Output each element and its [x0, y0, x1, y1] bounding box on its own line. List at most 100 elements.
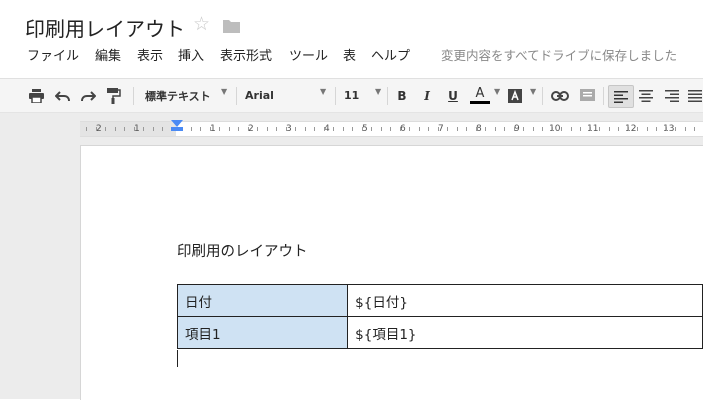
ruler-tick [418, 127, 420, 131]
style-select[interactable]: 標準テキスト [145, 85, 215, 106]
ruler-tick [162, 127, 163, 131]
ruler-tick [456, 127, 458, 131]
align-right-icon [665, 89, 679, 102]
ruler-tick [380, 127, 382, 131]
ruler-area: 2 1 1 2 3 4 5 6 7 8 9 10 11 12 13 [0, 113, 703, 143]
ruler-tick [95, 127, 97, 131]
table-cell[interactable]: ${項目1} [347, 316, 703, 349]
bold-button[interactable]: B [394, 85, 410, 106]
undo-button[interactable] [52, 85, 72, 106]
ruler-tick [608, 127, 610, 131]
menu-view[interactable]: 表示 [137, 45, 163, 64]
toolbar: 標準テキスト ▼ Arial ▼ 11 ▼ B I U A ▼ ▼ [0, 79, 703, 113]
ruler-number: 7 [438, 124, 444, 134]
toolbar-separator [335, 87, 336, 105]
ruler-tick [551, 127, 553, 131]
table-cell[interactable]: ${日付} [347, 284, 703, 317]
menu-table[interactable]: 表 [343, 45, 356, 64]
text-color-button[interactable]: A [468, 85, 492, 106]
document-table[interactable]: 日付 ${日付} 項目1 ${項目1} [176, 284, 703, 349]
menu-tools[interactable]: ツール [289, 45, 328, 64]
text-cursor [177, 350, 178, 367]
print-icon [28, 88, 44, 103]
ruler-tick [276, 127, 277, 131]
ruler-tick [247, 127, 249, 131]
ruler-number: 6 [400, 124, 406, 134]
align-justify-icon [688, 89, 702, 102]
first-line-indent-marker[interactable] [171, 127, 183, 131]
menu-edit[interactable]: 編集 [95, 45, 121, 64]
ruler-tick [371, 127, 372, 131]
ruler-tick [485, 127, 486, 131]
ruler-tick [513, 127, 515, 131]
ruler-tick [314, 127, 315, 131]
ruler-tick [532, 127, 534, 131]
ruler-tick [124, 127, 125, 131]
align-left-icon [614, 90, 628, 103]
insert-comment-button[interactable] [577, 85, 597, 106]
align-right-button[interactable] [662, 85, 682, 106]
ruler-number: 2 [248, 124, 254, 134]
ruler-tick [152, 127, 154, 131]
ruler-tick [694, 127, 695, 131]
table-cell[interactable]: 項目1 [176, 316, 349, 349]
ruler-tick [266, 127, 268, 131]
font-size-select[interactable]: 11 [344, 85, 364, 106]
ruler-tick [219, 127, 220, 131]
ruler-tick [114, 127, 116, 131]
table-row: 項目1 ${項目1} [176, 316, 703, 349]
ruler-tick [399, 127, 401, 131]
ruler-tick [390, 127, 391, 131]
document-page[interactable] [80, 145, 703, 400]
underline-button[interactable]: U [445, 85, 461, 106]
comment-icon [579, 88, 595, 101]
link-icon [551, 90, 569, 101]
ruler-tick [409, 127, 410, 131]
ruler-tick [447, 127, 448, 131]
ruler-tick [428, 127, 429, 131]
ruler-tick [599, 127, 600, 131]
insert-link-button[interactable] [549, 85, 571, 106]
chevron-down-icon: ▼ [530, 87, 537, 96]
ruler-tick [570, 127, 572, 131]
paint-format-button[interactable] [104, 85, 124, 106]
align-center-icon [639, 89, 653, 102]
ruler-tick [257, 127, 258, 131]
ruler-number: 4 [324, 124, 330, 134]
ruler-tick [361, 127, 363, 131]
ruler-tick [190, 127, 192, 131]
align-justify-button[interactable] [688, 85, 703, 106]
menu-file[interactable]: ファイル [27, 45, 79, 64]
highlight-color-button[interactable] [505, 85, 525, 106]
ruler-tick [523, 127, 524, 131]
italic-button[interactable]: I [419, 85, 435, 106]
save-status[interactable]: 変更内容をすべてドライブに保存しました [441, 45, 677, 64]
star-icon[interactable]: ☆ [193, 13, 210, 35]
align-center-button[interactable] [636, 85, 656, 106]
table-cell[interactable]: 日付 [176, 284, 349, 317]
menu-insert[interactable]: 挿入 [178, 45, 204, 64]
align-left-button[interactable] [608, 85, 634, 108]
ruler-tick [200, 127, 201, 131]
ruler-tick [238, 127, 239, 131]
print-button[interactable] [26, 85, 46, 106]
ruler-tick [437, 127, 439, 131]
indent-marker[interactable] [171, 120, 183, 127]
document-title[interactable]: 印刷用レイアウト [25, 13, 185, 42]
ruler-tick [333, 127, 334, 131]
redo-button[interactable] [78, 85, 98, 106]
ruler-tick [285, 127, 287, 131]
menu-help[interactable]: ヘルプ [371, 45, 410, 64]
ruler-tick [342, 127, 344, 131]
ruler-tick [646, 127, 648, 131]
font-select[interactable]: Arial [245, 85, 305, 106]
menu-format[interactable]: 表示形式 [220, 45, 272, 64]
ruler-tick [656, 127, 657, 131]
toolbar-separator [542, 87, 543, 105]
ruler-tick [637, 127, 638, 131]
ruler-tick [627, 127, 629, 131]
ruler-tick [580, 127, 581, 131]
folder-icon[interactable] [223, 19, 240, 33]
document-heading[interactable]: 印刷用のレイアウト [177, 240, 308, 261]
ruler-number: 9 [514, 124, 520, 134]
